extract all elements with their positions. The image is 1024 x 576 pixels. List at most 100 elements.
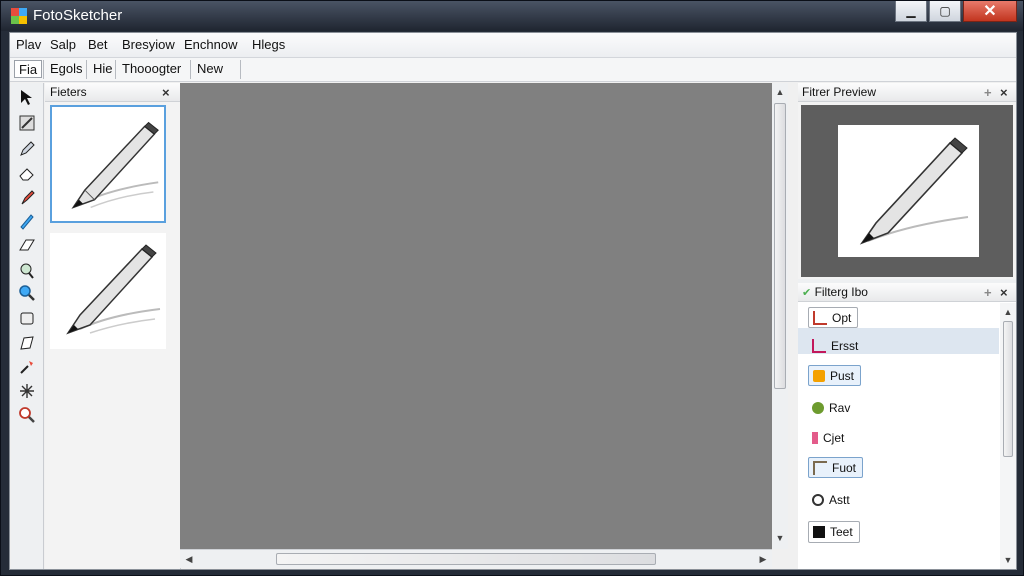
filter-preview-title: Fitrer Preview <box>802 85 877 99</box>
filter-preview-close-button[interactable]: × <box>1000 83 1008 102</box>
tool-shape[interactable] <box>15 235 39 255</box>
filter-bracket-icon <box>812 338 826 353</box>
arrow-pointer-icon <box>21 90 32 105</box>
toolbar-tools-tab[interactable]: Egols <box>46 60 87 78</box>
filter-info-scrollbar[interactable]: ▲ ▼ <box>1000 303 1016 569</box>
sparkle-icon <box>20 384 34 398</box>
title-bar[interactable]: FotoSketcher ▁ ▢ ✕ <box>1 1 1023 31</box>
filter-preview-pin-button[interactable]: + <box>984 83 992 102</box>
toolbar-tool-tab[interactable]: Thooogter <box>118 60 185 78</box>
tool-select[interactable] <box>15 87 39 107</box>
filter-bracket-icon <box>813 310 827 325</box>
tool-eraser[interactable] <box>15 163 39 183</box>
tool-crop[interactable] <box>15 113 39 133</box>
maximize-button[interactable]: ▢ <box>929 1 961 22</box>
window-controls: ▁ ▢ ✕ <box>895 1 1017 22</box>
filter-info-header: ✔ Filterg Ibo + × <box>798 283 1016 302</box>
filter-info-scroll-thumb[interactable] <box>1003 321 1013 457</box>
client-area: Plav Salp Bet Bresyiow Enchnow Hlegs Fia… <box>9 32 1017 570</box>
filter-info-item[interactable]: Opt <box>808 307 859 328</box>
toolbar-separator <box>190 60 191 79</box>
tool-pencil[interactable] <box>15 211 39 231</box>
tool-transform[interactable] <box>15 333 39 353</box>
pencil-sketch-thumbnail-icon <box>66 244 161 335</box>
minimize-icon: ▁ <box>906 4 916 18</box>
scroll-up-arrow-icon[interactable]: ▲ <box>772 85 788 99</box>
filter-thumbnail-1[interactable] <box>50 105 166 223</box>
tool-star[interactable] <box>15 381 39 401</box>
pencil-sketch-preview-icon <box>859 137 969 245</box>
menu-item-1[interactable]: Salp <box>48 37 78 52</box>
pen-icon <box>20 141 35 156</box>
window-title: FotoSketcher <box>33 7 123 24</box>
scroll-down-arrow-icon[interactable]: ▼ <box>772 531 788 545</box>
filter-info-item[interactable]: Astt <box>808 489 850 510</box>
toolbar-separator <box>43 60 44 79</box>
scroll-right-arrow-icon[interactable]: ▶ <box>756 552 770 566</box>
filter-info-item[interactable]: Rav <box>808 397 850 418</box>
eraser-icon <box>19 168 34 181</box>
menu-item-2[interactable]: Bet <box>86 37 110 52</box>
filter-thumbnail-2[interactable] <box>50 233 166 349</box>
filter-dot-icon <box>812 401 824 414</box>
filter-info-item[interactable]: Pust <box>808 365 862 386</box>
filter-info-item[interactable]: Ersst <box>808 335 858 356</box>
filter-info-item[interactable]: Teet <box>808 521 860 543</box>
tool-magic[interactable] <box>15 357 39 377</box>
layer-icon <box>20 312 34 325</box>
minimize-button[interactable]: ▁ <box>895 1 927 22</box>
tool-zoom[interactable] <box>15 283 39 303</box>
pencil-sketch-thumbnail-icon <box>71 121 159 209</box>
filter-info-title: Filterg Ibo <box>814 285 868 299</box>
toolbar-separator <box>240 60 241 79</box>
filter-ring-icon <box>812 493 824 506</box>
filter-info-pin-button[interactable]: + <box>984 283 992 302</box>
toolbar-new-tab[interactable]: New <box>193 60 227 78</box>
magnifier-icon <box>19 407 35 423</box>
filter-info-panel: ✔ Filterg Ibo + × Opt Ersst Pust Rav Cje… <box>798 283 1016 569</box>
filters-panel-close-button[interactable]: × <box>162 83 170 102</box>
menu-item-0[interactable]: Plav <box>14 37 43 52</box>
filter-preview-box <box>801 105 1013 277</box>
tool-pen[interactable] <box>15 139 39 159</box>
tool-layer[interactable] <box>15 309 39 329</box>
filter-marker-icon <box>812 431 818 444</box>
scroll-left-arrow-icon[interactable]: ◀ <box>182 552 196 566</box>
tool-lasso[interactable] <box>15 261 39 281</box>
filter-info-item[interactable]: Fuot <box>808 457 864 478</box>
maximize-icon: ▢ <box>939 4 951 18</box>
brush-icon <box>21 190 35 205</box>
main-canvas[interactable] <box>180 83 772 549</box>
filters-panel-header: Fieters × <box>45 83 180 102</box>
app-window: FotoSketcher ▁ ▢ ✕ Plav Salp Bet Bresyio… <box>0 0 1024 576</box>
filter-bracket-icon <box>813 460 827 475</box>
tool-strip <box>11 83 44 569</box>
toolbar-hide-tab[interactable]: Hie <box>89 60 117 78</box>
canvas-vertical-scrollbar[interactable]: ▲ ▼ <box>772 83 788 549</box>
menu-item-3[interactable]: Bresyiow <box>120 37 177 52</box>
transform-icon <box>20 336 34 350</box>
tool-brush[interactable] <box>15 187 39 207</box>
menu-item-5[interactable]: Hlegs <box>250 37 287 52</box>
toolbar-file-tab[interactable]: Fia <box>14 60 43 78</box>
filter-preview-header: Fitrer Preview + × <box>798 83 1016 102</box>
filter-swatch-icon <box>813 369 825 382</box>
scroll-down-arrow-icon[interactable]: ▼ <box>1000 553 1016 567</box>
scroll-up-arrow-icon[interactable]: ▲ <box>1000 305 1016 319</box>
canvas-vertical-scroll-thumb[interactable] <box>774 103 786 389</box>
toolbar-separator <box>86 60 87 79</box>
pencil-icon <box>20 214 34 230</box>
menu-item-4[interactable]: Enchnow <box>182 37 239 52</box>
filter-info-close-button[interactable]: × <box>1000 283 1008 302</box>
tool-magnifier[interactable] <box>15 405 39 425</box>
menu-bar: Plav Salp Bet Bresyiow Enchnow Hlegs <box>10 33 1016 58</box>
close-button[interactable]: ✕ <box>963 1 1017 22</box>
canvas-horizontal-scroll-thumb[interactable] <box>276 553 656 565</box>
right-panels: Fitrer Preview + × ✔ Filterg Ibo + × Opt… <box>798 83 1016 569</box>
filters-panel: Fieters × <box>45 83 181 569</box>
fotosketcher-logo-icon <box>11 8 27 24</box>
close-icon: ✕ <box>983 3 997 20</box>
filter-info-item[interactable]: Cjet <box>808 427 844 448</box>
filter-square-icon <box>813 526 825 538</box>
canvas-horizontal-scrollbar[interactable]: ◀ ▶ <box>180 549 772 568</box>
